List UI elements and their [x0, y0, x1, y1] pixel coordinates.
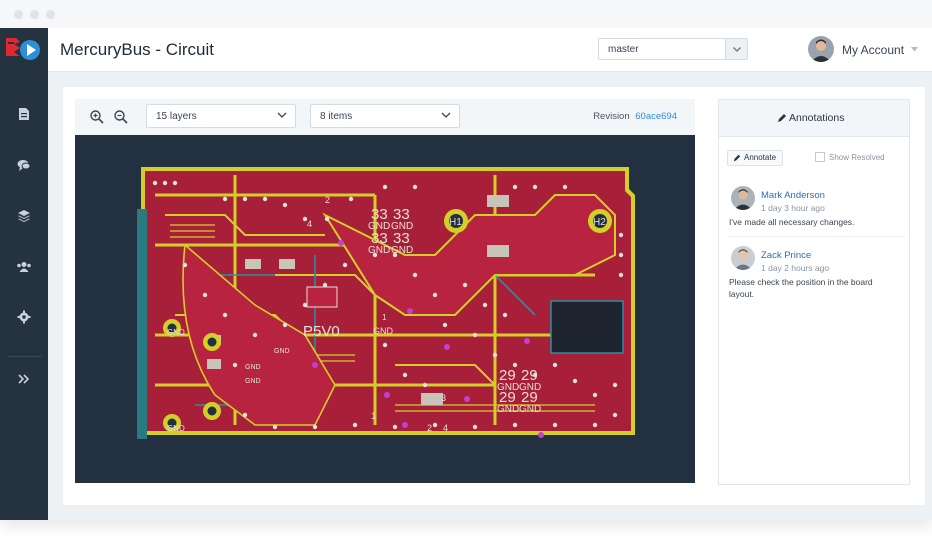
- gnd-label: GND: [497, 404, 519, 415]
- h1-label: H1: [449, 217, 462, 228]
- circuit-viewer: 15 layers 8 items Revision 60ace694 P5V0…: [75, 99, 695, 485]
- zoom-in-icon[interactable]: [89, 109, 105, 125]
- gnd-label: GND: [245, 364, 261, 371]
- pin-4-label: 4: [307, 219, 312, 229]
- comment-text: I've made all necessary changes.: [729, 217, 855, 227]
- app-header: MercuryBus - Circuit master My Account: [48, 28, 932, 72]
- items-select-value: 8 items: [320, 111, 353, 122]
- gnd-label: GND: [167, 328, 185, 337]
- gear-icon[interactable]: [14, 307, 34, 327]
- gnd-label: GND: [274, 348, 290, 355]
- viewer-toolbar: 15 layers 8 items Revision 60ace694: [75, 99, 695, 135]
- annotations-panel: Annotations Annotate Show Resolved Mark …: [718, 99, 910, 485]
- pin-2-label: 2: [325, 195, 330, 205]
- avatar: [808, 36, 834, 62]
- document-icon[interactable]: [14, 104, 34, 124]
- annotations-title: Annotations: [789, 112, 845, 124]
- gnd-label: GND: [368, 221, 390, 232]
- caret-down-icon: [911, 47, 918, 52]
- gnd-label: GND: [368, 245, 390, 256]
- chat-icon[interactable]: [14, 155, 34, 175]
- comment-time: 1 day 3 hour ago: [761, 203, 825, 213]
- show-resolved-label: Show Resolved: [829, 153, 885, 162]
- gnd-label: GND: [519, 404, 541, 415]
- gnd-label: GND: [497, 382, 519, 393]
- pcb-canvas[interactable]: P5V0 33 33 33 33 GND GND GND GND 29 29 2…: [75, 135, 695, 483]
- account-menu[interactable]: My Account: [808, 36, 928, 64]
- layers-select[interactable]: 15 layers: [146, 104, 296, 128]
- items-select[interactable]: 8 items: [310, 104, 460, 128]
- revision-info: Revision 60ace694: [593, 111, 677, 122]
- pin-3-label: 3: [441, 393, 446, 403]
- expand-icon[interactable]: [14, 369, 34, 389]
- annotate-button-label: Annotate: [744, 153, 777, 162]
- window-minimize-dot[interactable]: [30, 10, 39, 19]
- show-resolved-checkbox[interactable]: [815, 152, 825, 162]
- gnd-label: GND: [167, 424, 185, 433]
- sidebar: [0, 28, 48, 520]
- branch-value: master: [608, 44, 639, 55]
- comment-divider: [727, 236, 905, 237]
- window-titlebar: [0, 0, 932, 28]
- chevron-down-icon: [277, 112, 287, 118]
- layers-select-value: 15 layers: [156, 111, 197, 122]
- chevron-down-icon[interactable]: [725, 39, 747, 59]
- layers-icon[interactable]: [14, 205, 34, 225]
- annotate-button[interactable]: Annotate: [727, 150, 784, 166]
- sidebar-divider: [8, 356, 42, 357]
- gnd-label: GND: [391, 245, 413, 256]
- window-close-dot[interactable]: [14, 10, 23, 19]
- main-content: 15 layers 8 items Revision 60ace694 P5V0…: [63, 87, 925, 505]
- h2-label: H2: [593, 217, 606, 228]
- gnd-label: GND: [391, 221, 413, 232]
- comment-author[interactable]: Zack Prince: [761, 250, 811, 261]
- revision-hash-link[interactable]: 60ace694: [635, 111, 677, 122]
- comment-author[interactable]: Mark Anderson: [761, 190, 825, 201]
- avatar: [731, 186, 755, 210]
- pencil-icon: [733, 154, 741, 162]
- pin-1-label: 1: [371, 411, 376, 421]
- pin-1-label: 1: [382, 313, 387, 322]
- pin-2-label: 2: [427, 423, 432, 433]
- comment-time: 1 day 2 hours ago: [761, 263, 830, 273]
- gnd-label: GND: [519, 382, 541, 393]
- account-label: My Account: [842, 43, 905, 57]
- team-icon[interactable]: [14, 257, 34, 277]
- pin-4-label: 4: [443, 423, 448, 433]
- app-window: MercuryBus - Circuit master My Account 1…: [0, 0, 932, 520]
- revision-label: Revision: [593, 111, 630, 122]
- gnd-label: GND: [245, 378, 261, 385]
- p5v0-label: P5V0: [303, 323, 340, 340]
- chevron-down-icon: [441, 112, 451, 118]
- pencil-icon: [778, 114, 786, 122]
- branch-select[interactable]: master: [598, 38, 748, 60]
- page-title: MercuryBus - Circuit: [60, 40, 214, 59]
- avatar: [731, 246, 755, 270]
- zoom-out-icon[interactable]: [113, 109, 129, 125]
- gnd-label: GND: [373, 326, 394, 336]
- app-logo[interactable]: [0, 28, 48, 72]
- window-maximize-dot[interactable]: [46, 10, 55, 19]
- comment-text: Please check the position in the board l…: [729, 277, 873, 299]
- annotations-header: Annotations: [719, 100, 909, 137]
